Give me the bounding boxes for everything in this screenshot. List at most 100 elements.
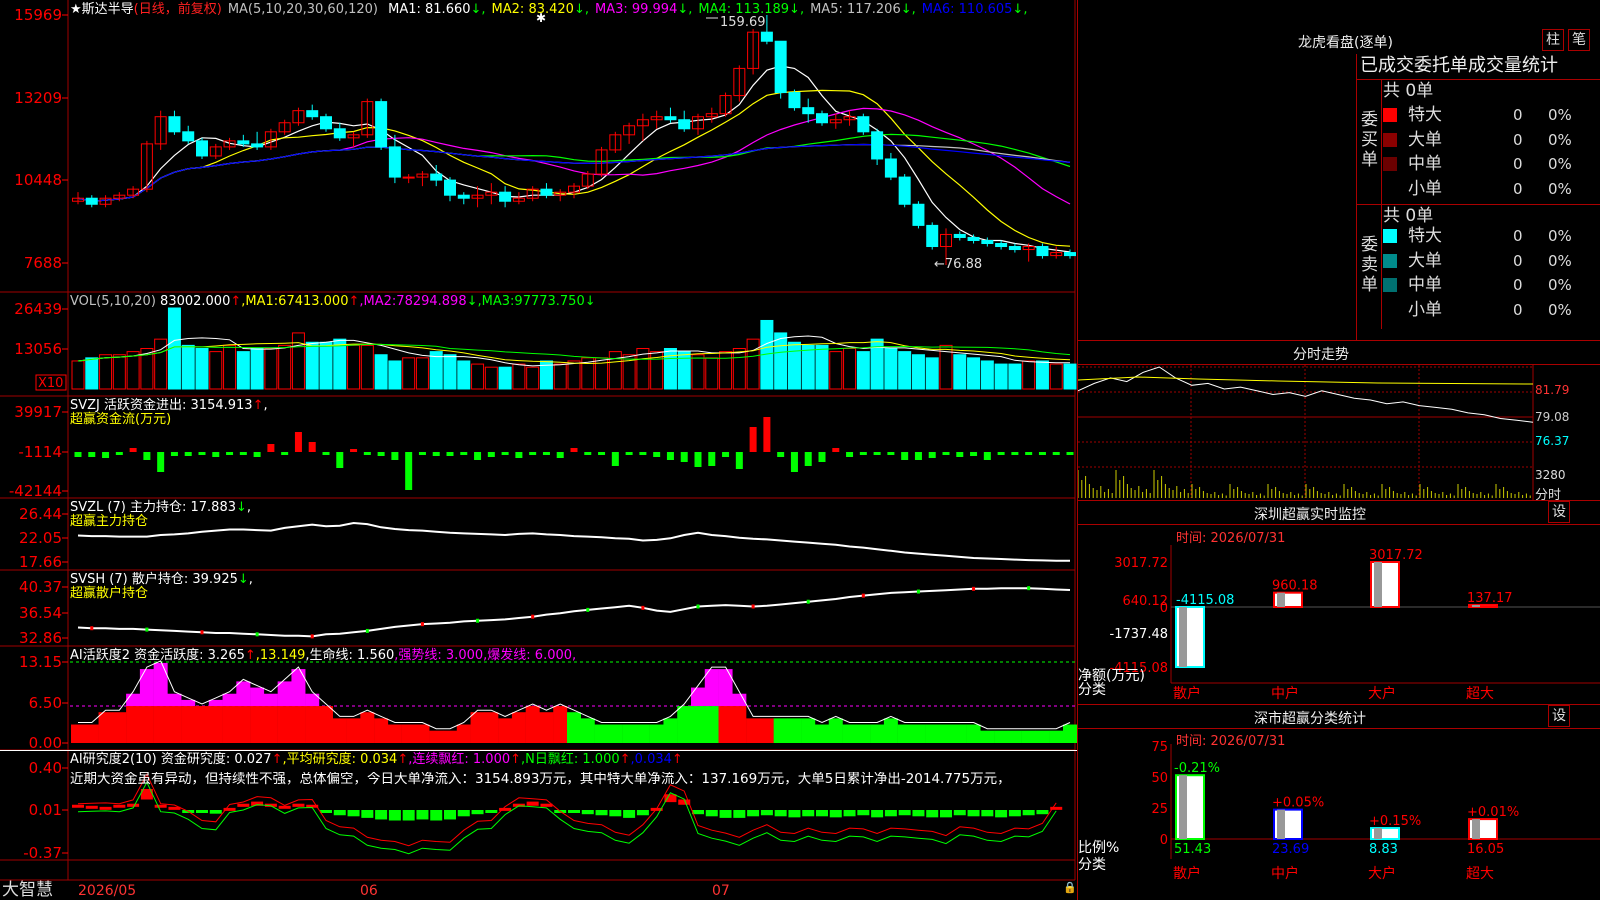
ai2-bar [402,810,415,821]
ai2-avg: ,平均研究度: 0.034 [282,752,398,767]
ai1-bar [319,706,333,743]
tab-stroke[interactable]: 笔 [1568,29,1590,51]
candle-body [816,113,828,124]
svzj-bar [267,444,275,452]
svsh-value: 39.925 [192,572,238,587]
sell-row-n: 0 [1513,251,1523,270]
ai2-bar [72,804,84,808]
svsh-dot [972,586,976,591]
ai1-bar [870,724,885,743]
svzj-bar [901,452,909,460]
ai1-bar-top [181,699,196,707]
ai1-bar [828,718,843,743]
candle-body [182,131,195,142]
footer-date-1: 2026/05 [78,883,137,899]
svzl-suffix: , [246,500,252,515]
svsh-dot [1027,586,1031,591]
ai2-bar [829,810,842,818]
class-category-2: 大户 [1368,865,1396,882]
svsh-dot [916,589,920,594]
svzj-bar [1038,452,1046,455]
svsh-dot [200,630,204,635]
svsh-arrow: ↓ [237,572,249,587]
ai2-title: AI研究度2(10) 资金研究度: [70,752,235,767]
svzj-bar [722,452,730,457]
volume-bar [980,360,994,390]
intraday-title: 分时走势 [1293,347,1349,363]
volume-bar [1008,363,1022,390]
ai2-bar [871,810,884,818]
ai2-bar [485,810,498,813]
price-tick-3: 7688 [24,254,62,272]
ai2-bar [320,810,332,813]
volume-bar [484,366,498,390]
vol-panel-header: VOL(5,10,20) 83002.000↑,MA1:67413.000↑,M… [70,294,596,309]
ai1-bar-top [250,687,265,707]
svzj-bar [170,452,178,456]
ai1-bar [222,706,237,743]
svsh-dot [586,607,590,612]
monitor-tick-2: 0 [1160,601,1168,616]
lock-icon[interactable]: 🔒 [1063,881,1077,894]
ai1-bar [966,724,981,743]
ai2-bar [1022,810,1035,816]
svzj-bar [846,452,854,457]
ai2-comment: 近期大资金虽有异动，但持续性不强，总体偏空，今日大单净流入：3154.893万元… [70,772,1011,787]
candle-body [802,107,815,115]
ai2-bar [154,804,167,808]
svzj-bar [432,452,440,456]
footer-date-3: 07 [712,883,730,899]
vol-ma3: 97773.750 [514,294,585,309]
class-change-2: +0.15% [1369,814,1421,829]
ai2-top-line [0,750,1077,751]
ai1-bar [1007,730,1022,743]
svzj-bar [115,452,123,455]
ai1-strong: ,强势线: 3.000 [394,648,484,663]
vol-tick-0: 26439 [14,300,62,318]
ai1-bar [387,724,402,743]
monitor-bar-shade [1277,592,1285,607]
ai1-bar [635,724,650,743]
stock-name[interactable]: ★斯达半导 [70,2,134,17]
chart-mode[interactable]: (日线，前复权) [134,2,222,17]
candle-body [1036,246,1049,257]
sell-row-name: 中单 [1408,275,1442,295]
ai1-bar [704,706,719,743]
tab-column[interactable]: 柱 [1542,29,1564,51]
svzj-value: 3154.913 [190,398,253,413]
svzl-title: SVZL (7) 主力持仓: [70,500,191,515]
class-category-3: 超大 [1466,866,1494,882]
intraday-chart[interactable] [1078,365,1600,500]
ai1-bar [250,706,265,743]
svzj-bar [777,452,785,457]
footer-brand[interactable]: 大智慧 [2,880,53,900]
svzj-bar [212,452,220,457]
svzj-bar [143,452,151,460]
volume-bar [677,351,691,390]
ai2-bar [719,810,732,818]
volume-bar [732,348,746,390]
candle-body [306,110,319,118]
vol-ma1-arrow: ↑ [348,294,360,309]
volume-bar [801,344,815,390]
ai1-bar [195,706,209,743]
volume-bar [457,360,471,390]
monitor-value-3: 137.17 [1467,591,1513,606]
ai1-bar [126,706,141,743]
candle-body [444,179,456,196]
ai2-bar [623,810,636,818]
svzj-bar [556,452,564,458]
monitor-chart[interactable]: 3017.72640.120-1737.48-4115.08净额(万元)分类-4… [1078,520,1600,715]
class-chart[interactable]: 75 50 25 0 比例%分类 -0.21% 51.43 散户 +0.05% 23.69 中户 +0… [1078,724,1600,900]
ai1-tick-0: 13.15 [19,653,62,671]
ai2-bar [995,810,1008,818]
svsh-dot [145,627,149,632]
ai2-bar [898,810,911,816]
buy-row-name: 大单 [1408,129,1442,150]
svsh-title: SVSH (7) 散户持仓: [70,572,193,587]
class-bar-shade [1179,775,1187,839]
class-xlabel: 分类 [1078,857,1106,873]
monitor-xlabel: 分类 [1078,682,1106,698]
ai2-tick-1: 0.01 [29,801,62,819]
svsh-tick-1: 36.54 [19,604,62,622]
